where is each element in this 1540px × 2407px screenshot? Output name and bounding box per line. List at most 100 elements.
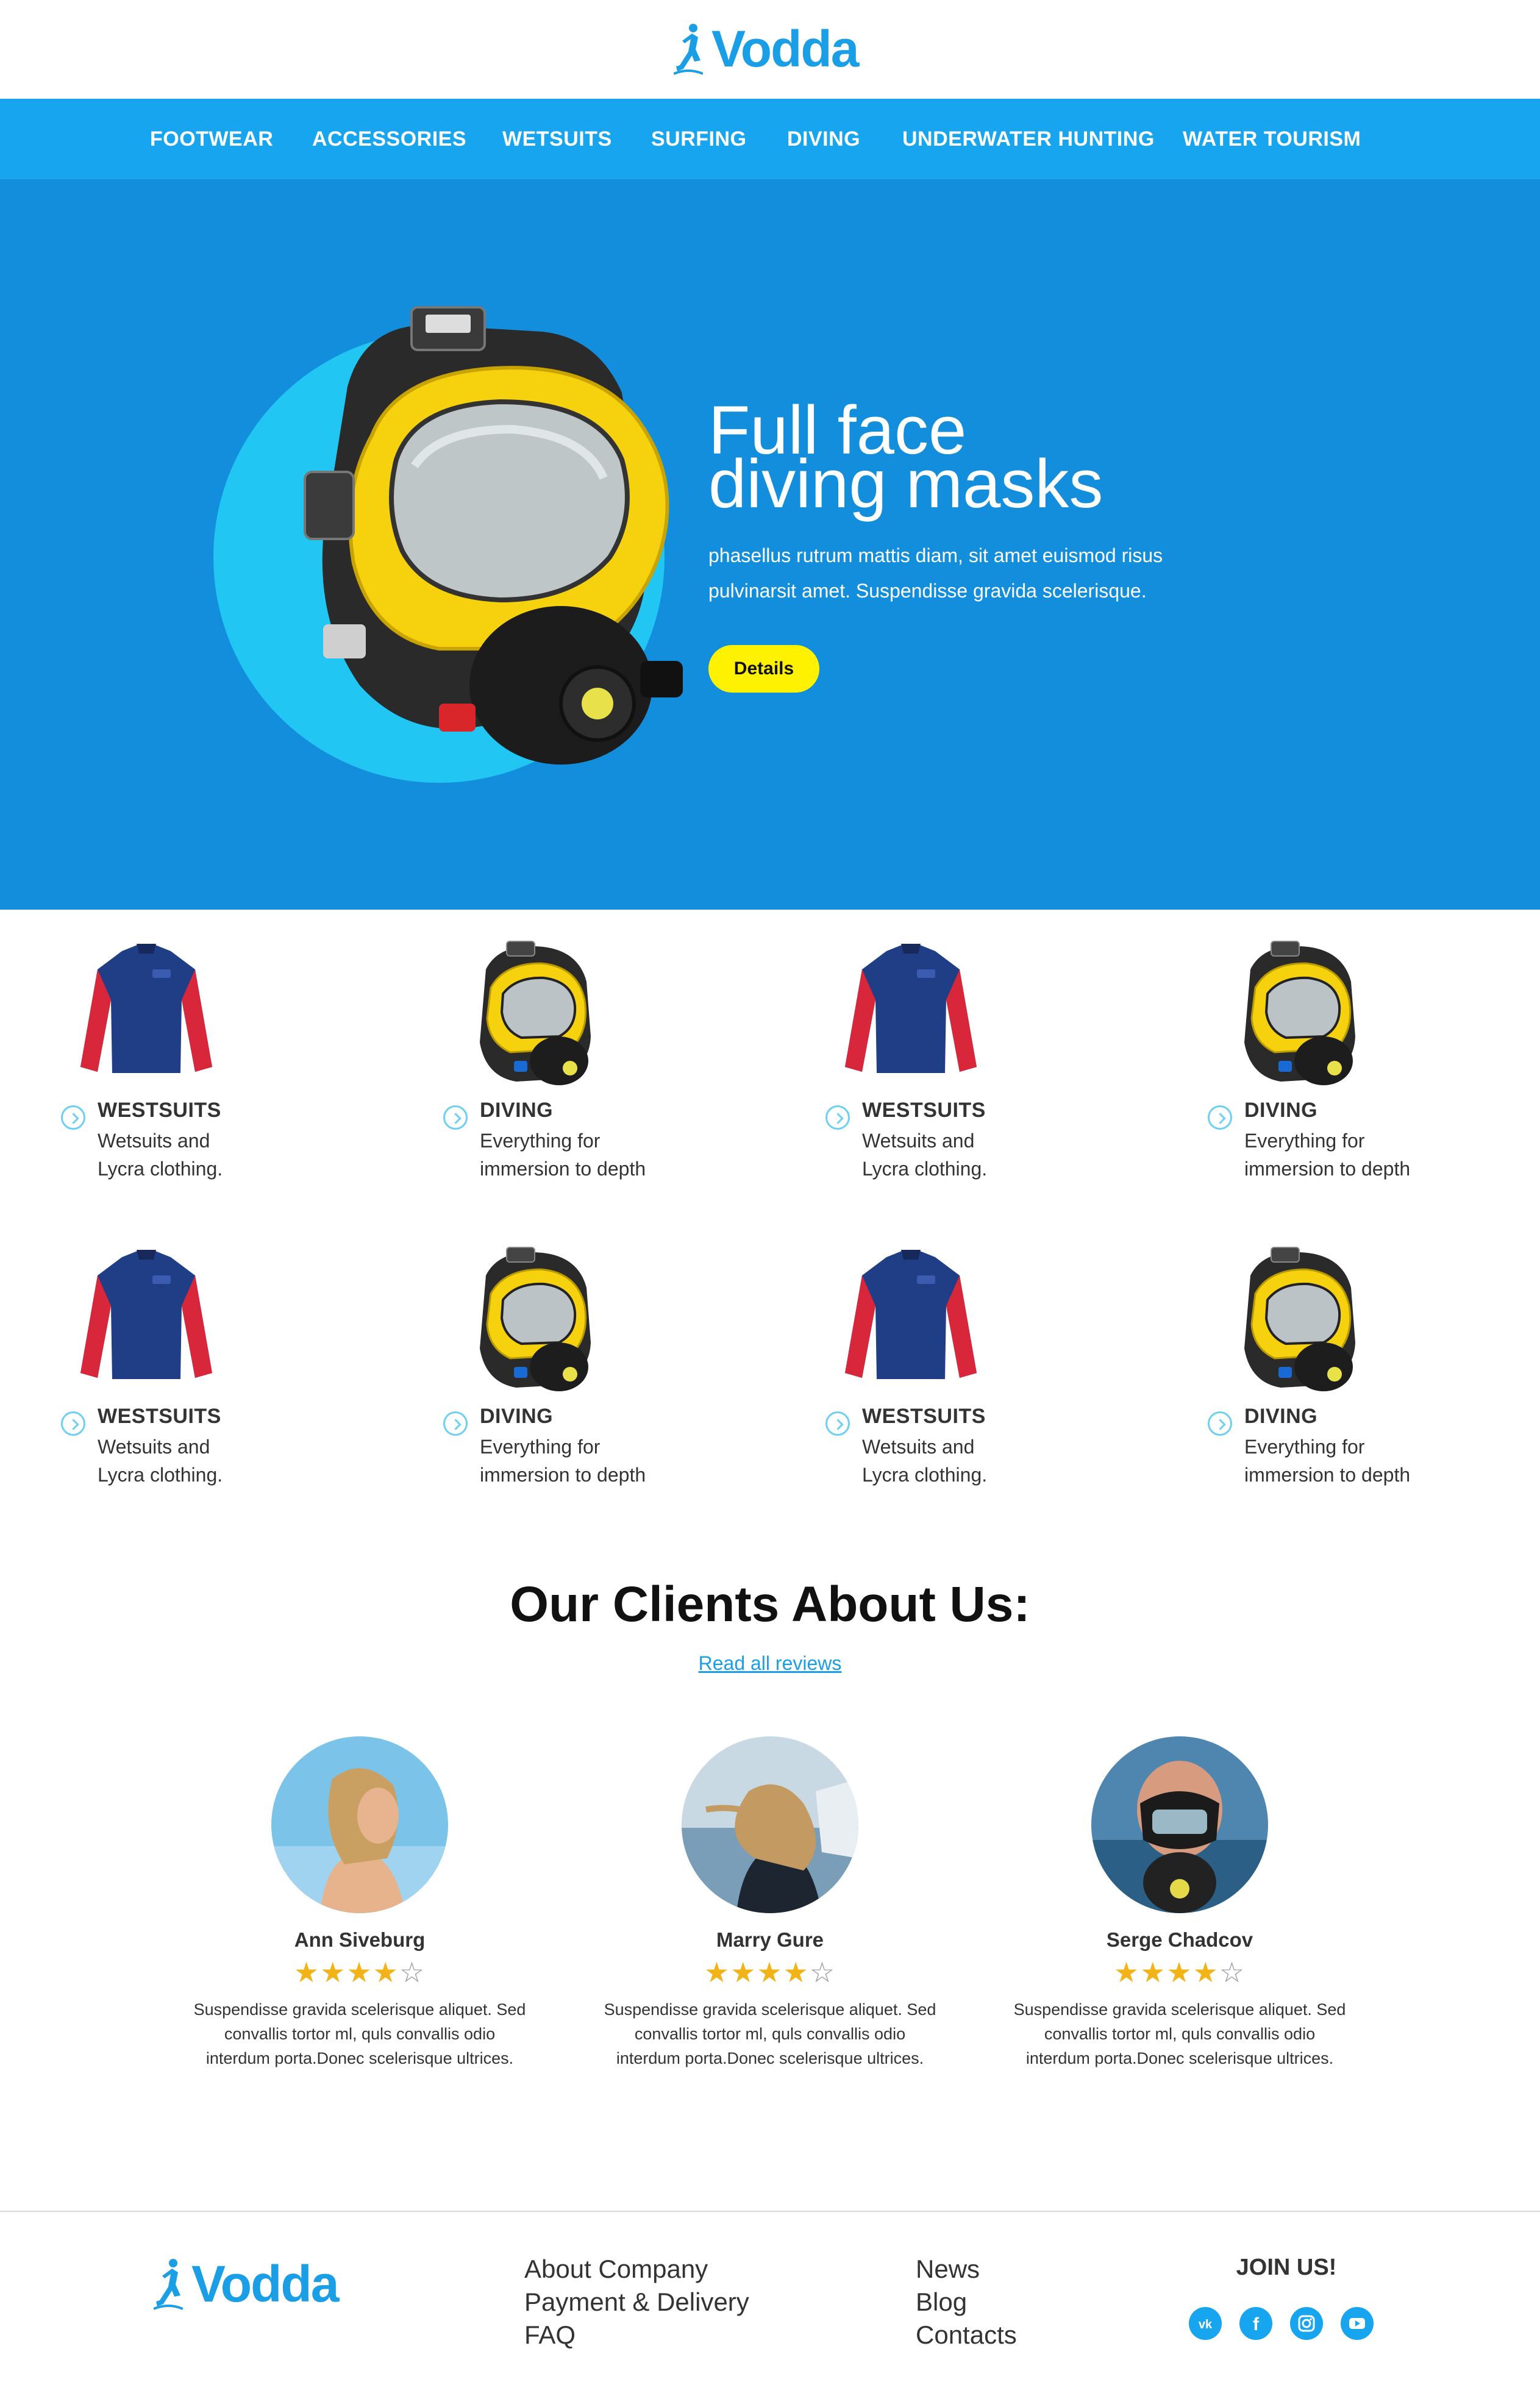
product-description-line: immersion to depth — [1244, 1464, 1411, 1486]
product-description: Wetsuits and Lycra clothing. — [862, 1433, 1063, 1489]
product-description-line: Everything for — [480, 1130, 601, 1152]
wetsuit-image — [73, 933, 219, 1091]
footer-link-contacts[interactable]: Contacts — [916, 2319, 1017, 2352]
product-card[interactable]: WESTSUITS Wetsuits and Lycra clothing. — [825, 1239, 1167, 1495]
star-rating: ★★★★☆ — [991, 1956, 1369, 1989]
svg-text:f: f — [1253, 2314, 1260, 2334]
footer-links-company: About Company Payment & Delivery FAQ — [524, 2253, 749, 2352]
product-description: Everything for immersion to depth — [1244, 1433, 1446, 1489]
product-card[interactable]: WESTSUITS Wetsuits and Lycra clothing. — [61, 1239, 402, 1495]
review-text: Suspendisse gravida scelerisque aliquet.… — [991, 1997, 1369, 2070]
star-rating: ★★★★☆ — [581, 1956, 959, 1989]
footer-link-about[interactable]: About Company — [524, 2253, 749, 2286]
footer-link-blog[interactable]: Blog — [916, 2286, 1017, 2319]
avatar — [271, 1736, 448, 1913]
diving-mask-image — [1220, 933, 1366, 1091]
brand-name: Vodda — [711, 20, 859, 77]
footer-link-news[interactable]: News — [916, 2253, 1017, 2286]
review-card: Marry Gure ★★★★☆ Suspendisse gravida sce… — [581, 1736, 959, 2078]
product-description-line: Wetsuits and — [862, 1436, 975, 1458]
read-all-reviews-link-text[interactable]: Read all reviews — [699, 1652, 842, 1674]
footer-divider — [0, 2211, 1540, 2212]
join-us-label: JOIN US! — [1236, 2255, 1337, 2280]
product-description-line: Lycra clothing. — [98, 1464, 223, 1486]
review-text-line: interdum porta.Donec scelerisque ultrice… — [205, 2049, 514, 2067]
diving-mask-image — [1220, 1239, 1366, 1397]
product-description: Wetsuits and Lycra clothing. — [862, 1127, 1063, 1183]
arrow-circle-icon[interactable] — [443, 1105, 468, 1130]
star-empty-icon: ☆ — [399, 1956, 426, 1988]
product-description-line: Lycra clothing. — [98, 1158, 223, 1180]
hero-title: Full face diving masks — [708, 396, 1318, 518]
product-category: DIVING — [1244, 1099, 1318, 1122]
footer-link-faq[interactable]: FAQ — [524, 2319, 749, 2352]
product-description-line: Lycra clothing. — [862, 1158, 988, 1180]
hero-banner: Full face diving masks phasellus rutrum … — [0, 179, 1540, 910]
product-description-line: Wetsuits and — [98, 1436, 210, 1458]
review-text-line: interdum porta.Donec scelerisque ultrice… — [1025, 2049, 1334, 2067]
product-description: Everything for immersion to depth — [1244, 1127, 1446, 1183]
full-face-mask-image — [304, 306, 683, 765]
youtube-icon[interactable] — [1341, 2307, 1374, 2340]
review-text: Suspendisse gravida scelerisque aliquet.… — [171, 1997, 549, 2070]
hero-description-line: phasellus rutrum mattis diam, sit amet e… — [708, 544, 1163, 566]
avatar-photo — [271, 1736, 448, 1913]
facebook-icon[interactable]: f — [1239, 2307, 1272, 2340]
footer-brand-logo[interactable]: Vodda — [154, 2253, 339, 2314]
brand-logo[interactable]: Vodda — [674, 18, 859, 79]
wetsuit-image — [73, 1239, 219, 1397]
vk-icon[interactable]: vk — [1189, 2307, 1222, 2340]
star-rating: ★★★★☆ — [171, 1956, 549, 1989]
product-description: Everything for immersion to depth — [480, 1127, 681, 1183]
arrow-circle-icon[interactable] — [1208, 1105, 1232, 1130]
star-empty-icon: ☆ — [809, 1956, 836, 1988]
reviewer-name: Marry Gure — [716, 1928, 824, 1951]
wetsuit-image — [838, 933, 984, 1091]
instagram-icon[interactable] — [1290, 2307, 1323, 2340]
product-description-line: immersion to depth — [480, 1158, 646, 1180]
product-card[interactable]: WESTSUITS Wetsuits and Lycra clothing. — [61, 933, 402, 1189]
review-text-line: convallis tortor ml, quls convallis odio — [224, 2025, 496, 2043]
avatar-photo — [1091, 1736, 1268, 1913]
product-description: Wetsuits and Lycra clothing. — [98, 1433, 299, 1489]
arrow-circle-icon[interactable] — [825, 1105, 850, 1130]
nav-item-footwear[interactable]: FOOTWEAR — [150, 99, 273, 179]
product-description-line: immersion to depth — [480, 1464, 646, 1486]
avatar — [682, 1736, 858, 1913]
nav-item-diving[interactable]: DIVING — [787, 99, 860, 179]
footer-links-info: News Blog Contacts — [916, 2253, 1017, 2352]
surfer-logo-icon — [154, 2259, 183, 2310]
review-card: Ann Siveburg ★★★★☆ Suspendisse gravida s… — [171, 1736, 549, 2078]
arrow-circle-icon[interactable] — [61, 1411, 85, 1436]
arrow-circle-icon[interactable] — [1208, 1411, 1232, 1436]
star-filled-icon: ★★★★ — [1113, 1956, 1219, 1988]
nav-item-surfing[interactable]: SURFING — [651, 99, 747, 179]
product-card[interactable]: DIVING Everything for immersion to depth — [443, 1239, 785, 1495]
review-text-line: Suspendisse gravida scelerisque aliquet.… — [193, 2000, 526, 2019]
nav-item-underwater-hunting[interactable]: UNDERWATER HUNTING — [902, 99, 1155, 179]
product-description-line: Lycra clothing. — [862, 1464, 988, 1486]
arrow-circle-icon[interactable] — [61, 1105, 85, 1130]
product-card[interactable]: DIVING Everything for immersion to depth — [1208, 933, 1540, 1189]
details-button[interactable]: Details — [708, 645, 819, 693]
read-all-reviews-link: Read all reviews — [0, 1652, 1540, 1675]
product-card[interactable]: DIVING Everything for immersion to depth — [443, 933, 785, 1189]
nav-item-water-tourism[interactable]: WATER TOURISM — [1183, 99, 1361, 179]
product-description-line: Wetsuits and — [98, 1130, 210, 1152]
arrow-circle-icon[interactable] — [825, 1411, 850, 1436]
diving-mask-image — [455, 1239, 602, 1397]
review-text-line: convallis tortor ml, quls convallis odio — [1044, 2025, 1316, 2043]
nav-item-accessories[interactable]: ACCESSORIES — [312, 99, 466, 179]
nav-item-wetsuits[interactable]: WETSUITS — [502, 99, 612, 179]
surfer-logo-icon — [674, 24, 703, 75]
arrow-circle-icon[interactable] — [443, 1411, 468, 1436]
wetsuit-image — [838, 1239, 984, 1397]
product-description-line: immersion to depth — [1244, 1158, 1411, 1180]
product-card[interactable]: DIVING Everything for immersion to depth — [1208, 1239, 1540, 1495]
product-card[interactable]: WESTSUITS Wetsuits and Lycra clothing. — [825, 933, 1167, 1189]
product-category: WESTSUITS — [98, 1405, 221, 1428]
footer-link-payment-delivery[interactable]: Payment & Delivery — [524, 2286, 749, 2319]
review-text-line: Suspendisse gravida scelerisque aliquet.… — [1013, 2000, 1346, 2019]
product-description-line: Everything for — [1244, 1130, 1365, 1152]
review-text: Suspendisse gravida scelerisque aliquet.… — [581, 1997, 959, 2070]
